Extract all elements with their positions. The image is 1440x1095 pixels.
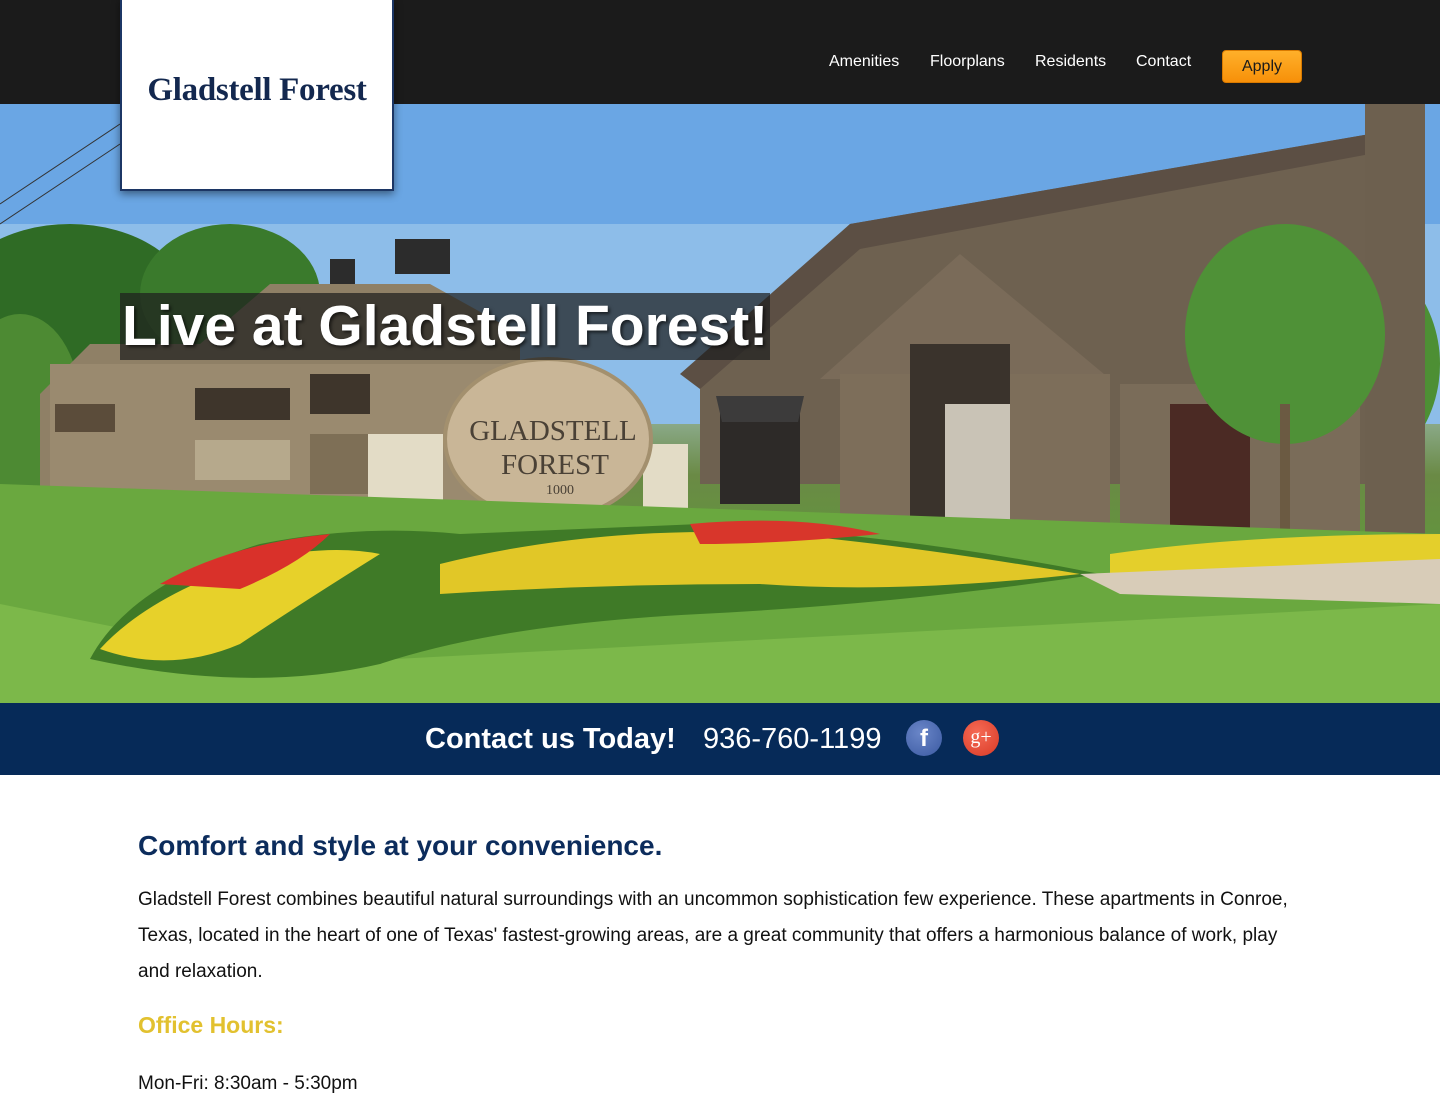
sign-number: 1000	[546, 483, 574, 498]
nav-amenities[interactable]: Amenities	[829, 53, 899, 71]
hero-banner: GLADSTELL FOREST 1000 Live at Gladstell …	[0, 104, 1440, 703]
office-hours-title: Office Hours:	[138, 1012, 284, 1038]
apply-button[interactable]: Apply	[1222, 50, 1302, 83]
nav-floorplans[interactable]: Floorplans	[930, 53, 1005, 71]
nav-residents[interactable]: Residents	[1035, 53, 1106, 71]
main-content: Comfort and style at your convenience. G…	[138, 828, 1302, 1095]
facebook-icon[interactable]: f	[906, 720, 942, 756]
site-logo[interactable]: Gladstell Forest	[120, 0, 394, 191]
hero-photo: GLADSTELL FOREST 1000	[0, 104, 1440, 703]
section-headline: Comfort and style at your convenience.	[138, 830, 663, 861]
intro-paragraph: Gladstell Forest combines beautiful natu…	[138, 889, 1288, 982]
phone-link[interactable]: 936-760-1199	[703, 723, 881, 756]
office-hours-line: Mon-Fri: 8:30am - 5:30pm	[138, 1073, 358, 1094]
sign-line-1: GLADSTELL	[469, 415, 637, 447]
google-plus-icon[interactable]: g+	[963, 720, 999, 756]
contact-label: Contact us Today!	[425, 723, 676, 755]
logo-text: Gladstell Forest	[147, 72, 367, 108]
hero-title: Live at Gladstell Forest!	[120, 293, 771, 360]
sign-line-2: FOREST	[501, 449, 609, 481]
contact-band: Contact us Today! 936-760-1199 f g+	[0, 703, 1440, 775]
nav-contact[interactable]: Contact	[1136, 53, 1191, 71]
